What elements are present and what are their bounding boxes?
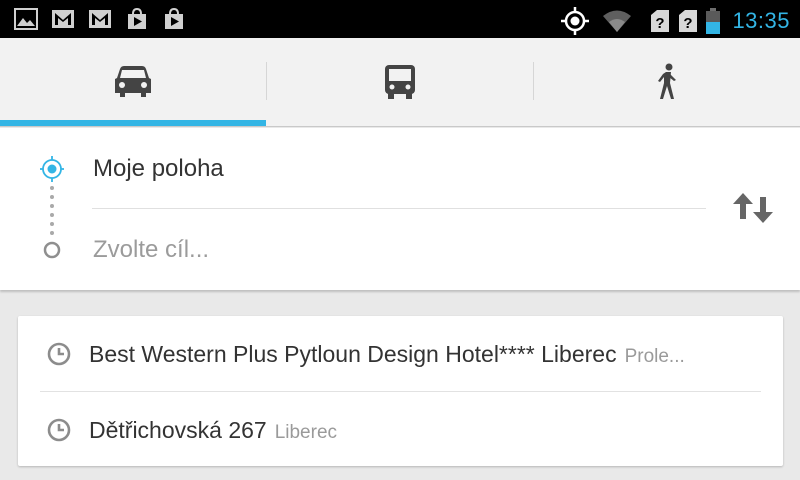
- destination-input[interactable]: Zvolte cíl...: [93, 236, 209, 264]
- gmail-icon: [89, 10, 111, 28]
- tab-walking[interactable]: [534, 38, 800, 126]
- origin-field[interactable]: Moje poloha: [93, 155, 224, 183]
- history-item-subtitle: Prole...: [624, 346, 685, 367]
- swap-directions-icon[interactable]: [732, 192, 774, 224]
- system-icons: ? ? 13:35: [560, 6, 790, 36]
- wifi-icon: [603, 10, 632, 32]
- history-clock-icon: [47, 342, 71, 366]
- no-sim-icon: ?: [651, 10, 670, 32]
- play-store-icon: [128, 8, 146, 29]
- history-item-title: Best Western Plus Pytloun Design Hotel**…: [89, 341, 617, 367]
- travel-mode-tabs: [0, 38, 800, 127]
- battery-icon: [706, 8, 721, 34]
- my-location-icon: [40, 156, 64, 182]
- bus-icon: [385, 65, 415, 99]
- route-divider: [92, 208, 706, 209]
- list-item[interactable]: Dětřichovská 267 Liberec: [18, 392, 783, 467]
- car-icon: [115, 66, 151, 97]
- svg-text:?: ?: [684, 15, 693, 32]
- history-item-text: Dětřichovská 267 Liberec: [89, 417, 337, 444]
- history-clock-icon: [47, 418, 71, 442]
- selected-tab-indicator: [0, 120, 266, 126]
- tab-driving[interactable]: [0, 38, 266, 126]
- notification-icons: [14, 8, 186, 30]
- gmail-icon: [52, 10, 74, 28]
- svg-text:?: ?: [656, 15, 665, 32]
- gps-icon: [561, 7, 590, 35]
- walk-icon: [658, 63, 676, 99]
- history-list: Best Western Plus Pytloun Design Hotel**…: [18, 316, 783, 466]
- list-item[interactable]: Best Western Plus Pytloun Design Hotel**…: [18, 316, 783, 391]
- route-line: [40, 156, 64, 259]
- gallery-icon: [14, 8, 38, 30]
- no-sim-icon: ?: [679, 10, 698, 32]
- route-card: Moje poloha Zvolte cíl...: [0, 128, 800, 290]
- tab-transit[interactable]: [267, 38, 533, 126]
- destination-circle-icon: [43, 241, 61, 259]
- play-store-icon: [165, 8, 183, 29]
- history-item-subtitle: Liberec: [274, 422, 338, 443]
- status-bar: ? ? 13:35: [0, 0, 800, 38]
- history-item-text: Best Western Plus Pytloun Design Hotel**…: [89, 341, 685, 368]
- route-dots: [50, 186, 54, 235]
- history-item-title: Dětřichovská 267: [89, 417, 267, 443]
- clock: 13:35: [732, 8, 790, 33]
